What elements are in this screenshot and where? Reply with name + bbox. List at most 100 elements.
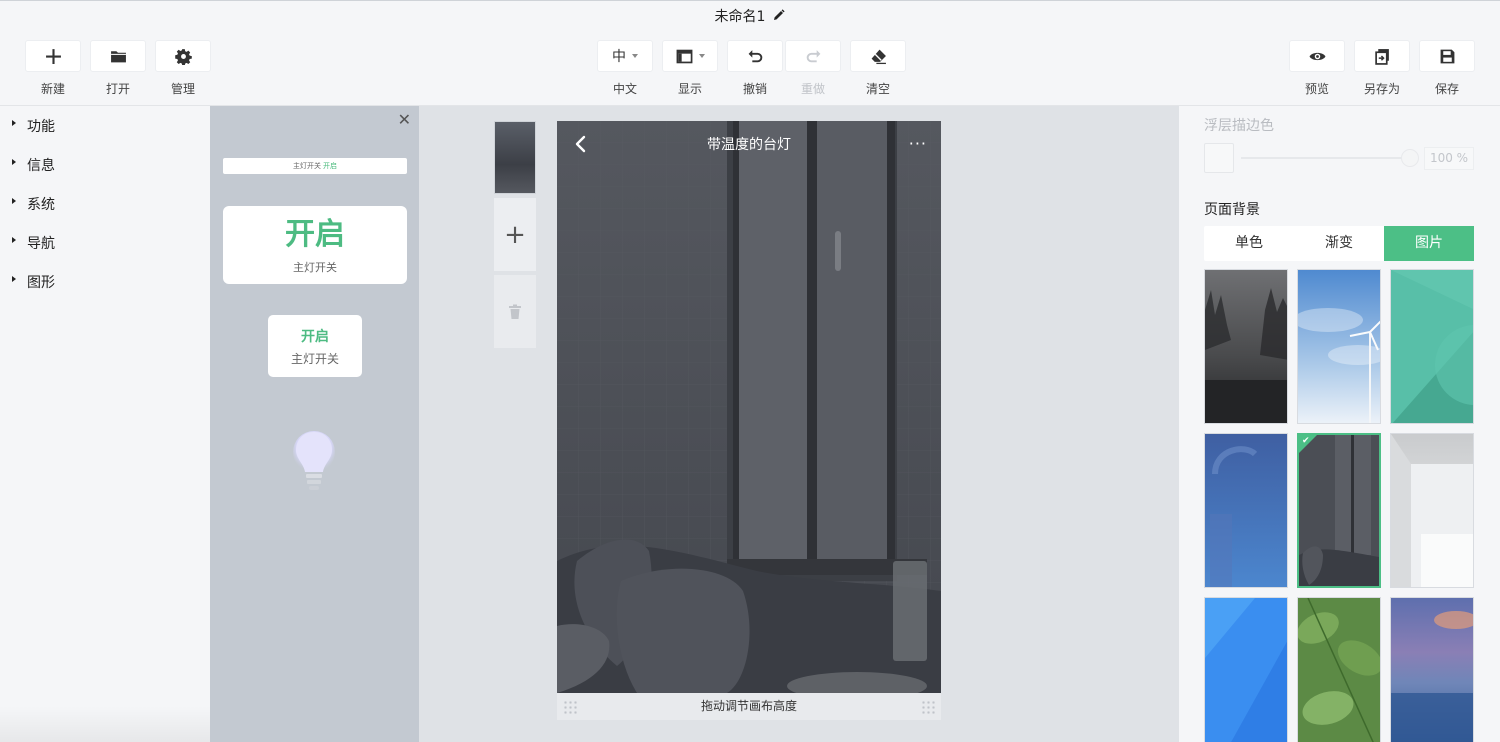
sidebar-item-system[interactable]: 系统 [0,184,210,223]
caret-right-icon [12,120,16,126]
manage-button[interactable]: 管理 [154,40,212,97]
background-type-tabs: 单色 渐变 图片 [1204,226,1474,261]
sidebar-item-navigation[interactable]: 导航 [0,223,210,262]
sidebar-bottom-shadow [0,706,210,742]
resize-hint: 拖动调节画布高度 [700,699,797,713]
bright-blue-thumbnail [1205,598,1287,742]
redo-label: 重做 [800,82,825,96]
toolbar-right-group: 预览 另存为 保存 [1288,40,1483,97]
background-option-forest[interactable] [1204,269,1288,424]
sidebar-item-graphics[interactable]: 图形 [0,262,210,301]
document-title[interactable]: 未命名1 [0,6,1500,26]
tab-gradient[interactable]: 渐变 [1294,226,1384,261]
grip-icon [921,700,935,714]
page-thumbnail[interactable] [494,121,536,194]
background-option-sky-windmill[interactable] [1297,269,1381,424]
save-label: 保存 [1434,82,1459,96]
open-button[interactable]: 打开 [89,40,147,97]
top-toolbar: 未命名1 新建 打开 管理 中 中文 显示 撤销 重做 清空 预览 另存为 保存 [0,0,1500,106]
pencil-icon[interactable] [773,9,786,25]
display-dropdown[interactable]: 显示 [661,40,719,97]
toggle-card-small-component[interactable]: 开启 主灯开关 [268,315,362,377]
opacity-input[interactable]: 100 % [1424,147,1474,170]
add-page-button[interactable]: + [494,198,536,271]
border-color-swatch[interactable] [1204,143,1234,173]
toggle-card-large-component[interactable]: 开启 主灯开关 [223,206,407,284]
eraser-icon [871,49,886,64]
background-option-blue-arch[interactable] [1204,433,1288,588]
teal-thumbnail [1391,270,1473,423]
trash-icon [509,304,521,319]
toggle-card-small-state: 开启 [301,329,329,345]
clear-button[interactable]: 清空 [849,40,907,97]
caret-down-icon [698,54,705,58]
page-background-label: 页面背景 [1204,202,1260,218]
phone-nav-bar: 带温度的台灯 ··· [557,121,941,167]
background-option-sunset-sea[interactable] [1390,597,1474,742]
save-button[interactable]: 保存 [1418,40,1476,97]
component-palette: ✕ 主灯开关 开启 开启 主灯开关 开启 主灯开关 [210,106,419,742]
float-border-color-label: 浮层描边色 [1204,118,1274,134]
design-canvas-area: + 带温度的台灯 ··· 拖动调节画布高度 [419,106,1179,742]
toolbar-left-group: 新建 打开 管理 [24,40,219,97]
delete-page-button[interactable] [494,275,536,348]
folder-icon [110,50,126,62]
save-as-button[interactable]: 另存为 [1353,40,1411,97]
caret-right-icon [12,237,16,243]
preview-label: 预览 [1304,82,1329,96]
save-icon [1440,49,1454,63]
toggle-bar-state: 开启 [323,162,337,170]
eye-icon [1309,52,1325,60]
tab-image[interactable]: 图片 [1384,226,1474,261]
background-option-bright-blue[interactable] [1204,597,1288,742]
sidebar-item-info[interactable]: 信息 [0,145,210,184]
open-label: 打开 [105,82,130,96]
caret-right-icon [12,159,16,165]
background-option-green-leaves[interactable] [1297,597,1381,742]
tab-solid-color[interactable]: 单色 [1204,226,1294,261]
light-bulb-icon[interactable] [292,428,336,498]
toggle-card-large-label: 主灯开关 [293,261,337,274]
caret-down-icon [632,54,638,58]
room-thumbnail [1299,435,1379,586]
phone-preview[interactable]: 带温度的台灯 ··· [557,121,941,693]
sidebar-item-features[interactable]: 功能 [0,106,210,145]
plus-icon [45,48,61,64]
page-thumbnails: + [494,121,536,348]
save-as-label: 另存为 [1363,82,1400,96]
grip-icon [563,700,577,714]
new-button[interactable]: 新建 [24,40,82,97]
undo-icon [748,49,762,62]
toggle-bar-component[interactable]: 主灯开关 开启 [223,158,407,174]
language-dropdown[interactable]: 中 中文 [596,40,654,97]
caret-right-icon [12,276,16,282]
background-option-white-room[interactable] [1390,433,1474,588]
sunset-thumbnail [1391,598,1473,742]
preview-button[interactable]: 预览 [1288,40,1346,97]
background-option-teal-geometric[interactable] [1390,269,1474,424]
opacity-slider-track[interactable] [1241,157,1409,159]
opacity-slider-handle[interactable] [1401,149,1419,167]
undo-label: 撤销 [742,82,767,96]
close-icon[interactable]: ✕ [398,111,411,129]
toggle-bar-label: 主灯开关 [293,162,321,170]
clear-label: 清空 [865,82,890,96]
white-room-thumbnail [1391,434,1473,587]
forest-thumbnail [1205,270,1287,423]
more-icon[interactable]: ··· [909,134,927,154]
gear-icon [174,48,192,65]
canvas-height-resize-handle[interactable]: 拖动调节画布高度 [557,693,941,720]
check-icon: ✔ [1302,436,1310,446]
undo-button[interactable]: 撤销 [726,40,784,97]
component-category-sidebar: 功能 信息 系统 导航 图形 [0,106,210,742]
language-value: 中 [612,49,626,65]
blue-arch-thumbnail [1205,434,1287,587]
manage-label: 管理 [170,82,195,96]
redo-button[interactable]: 重做 [784,40,842,97]
new-label: 新建 [40,82,65,96]
background-option-room-selected[interactable]: ✔ [1297,433,1381,588]
leaves-thumbnail [1298,598,1380,742]
phone-page-title: 带温度的台灯 [707,137,791,153]
toggle-card-large-state: 开启 [285,217,345,252]
language-label: 中文 [612,82,637,96]
